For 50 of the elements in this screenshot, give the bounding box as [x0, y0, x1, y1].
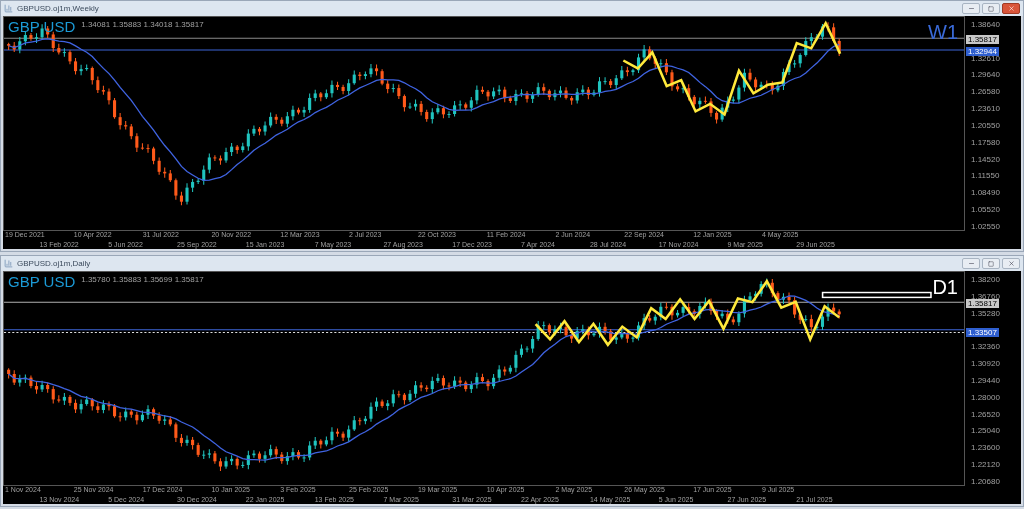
price-axis-label: 1.22120	[970, 460, 1001, 470]
maximize-button[interactable]	[982, 3, 1000, 14]
minimize-icon	[967, 5, 975, 12]
window-title: GBPUSD.oj1m,Daily	[17, 257, 91, 270]
price-tag: 1.35817	[966, 35, 999, 44]
price-axis-label: 1.02550	[970, 221, 1001, 231]
minimize-button[interactable]	[962, 3, 980, 14]
chart-icon	[4, 259, 13, 268]
window-title: GBPUSD.oj1m,Weekly	[17, 2, 99, 15]
price-axis-label: 1.20680	[970, 476, 1001, 486]
ohlc-values: 1.35780 1.35883 1.35699 1.35817	[81, 274, 204, 286]
price-axis-label: 1.29440	[970, 375, 1001, 385]
price-axis-label: 1.30920	[970, 359, 1001, 369]
price-axis-label: 1.26520	[970, 409, 1001, 419]
maximize-button[interactable]	[982, 258, 1000, 269]
timeframe-label: W1	[928, 21, 958, 43]
price-axis-label: 1.35280	[970, 308, 1001, 318]
price-axis-label: 1.08490	[970, 188, 1001, 198]
timeframe-label: D1	[932, 276, 958, 298]
price-axis-label: 1.23600	[970, 443, 1001, 453]
minimize-button[interactable]	[962, 258, 980, 269]
price-axis-label: 1.17580	[970, 137, 1001, 147]
close-button[interactable]	[1002, 258, 1020, 269]
price-axis-label: 1.28000	[970, 392, 1001, 402]
price-axis-label: 1.32360	[970, 342, 1001, 352]
close-icon	[1007, 260, 1015, 267]
price-axis-label: 1.29640	[970, 70, 1001, 80]
price-tag: 1.33507	[966, 328, 999, 337]
close-button[interactable]	[1002, 3, 1020, 14]
ohlc-values: 1.34081 1.35883 1.34018 1.35817	[81, 19, 204, 31]
price-axis-label: 1.05520	[970, 205, 1001, 215]
symbol-label: GBP USD	[8, 19, 76, 35]
price-axis-label: 1.38640	[970, 20, 1001, 29]
price-axis-label: 1.11550	[970, 171, 1001, 181]
chart-icon	[4, 4, 13, 13]
close-icon	[1007, 5, 1015, 12]
price-axis-label: 1.23610	[970, 104, 1001, 114]
maximize-icon	[988, 5, 994, 12]
price-axis-label: 1.32610	[970, 53, 1001, 63]
price-tag: 1.32944	[966, 47, 999, 56]
price-axis-label: 1.38200	[970, 275, 1001, 284]
price-axis-label: 1.20550	[970, 120, 1001, 130]
maximize-icon	[988, 260, 994, 267]
price-axis-label: 1.36760	[970, 291, 1001, 301]
price-tag: 1.35817	[966, 299, 999, 308]
price-axis-label: 1.14520	[970, 154, 1001, 164]
minimize-icon	[967, 260, 975, 267]
symbol-label: GBP USD	[8, 274, 76, 290]
price-axis-label: 1.25040	[970, 426, 1001, 436]
price-axis-label: 1.26580	[970, 87, 1001, 97]
